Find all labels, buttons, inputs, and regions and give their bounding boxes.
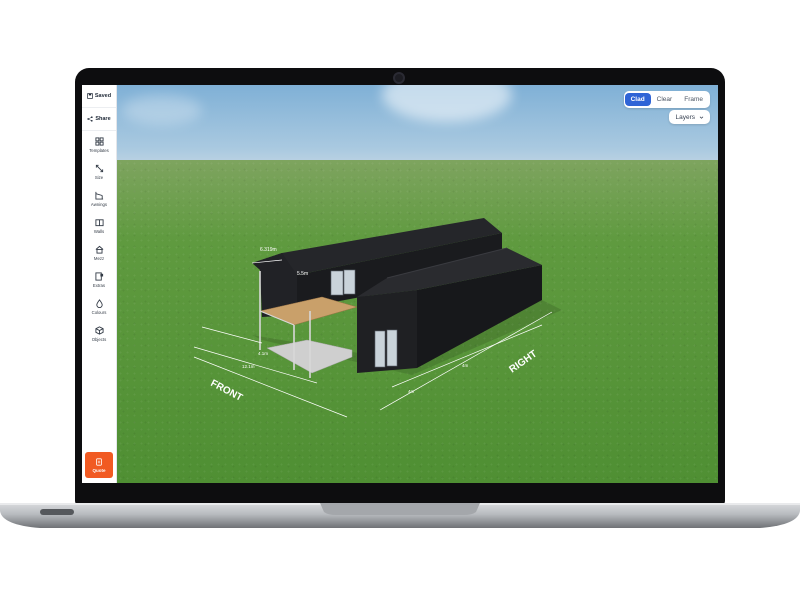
sidebar-item-awnings[interactable]: Awnings [82,185,116,212]
share-icon [87,116,93,122]
view-clad-button[interactable]: Clad [624,93,651,106]
quote-label: Quote [92,467,106,473]
sidebar-item-label: Extras [92,282,106,288]
extras-icon [94,271,103,281]
layers-label: Layers [675,113,695,121]
3d-viewport[interactable]: 6.319m 5.5m 12.1m 4.1m 4m 4m FRONT RIGHT [82,85,718,483]
dim-front-b: 4.1m [258,351,268,356]
view-frame-button[interactable]: Frame [678,93,709,106]
droplet-icon [95,298,103,308]
home-icon [95,245,103,254]
sidebar-item-label: Awnings [90,201,108,207]
dim-right-a: 4m [408,389,415,394]
chevron-down-icon [699,115,704,119]
dim-height: 5.5m [297,271,308,277]
front-label: FRONT [209,378,245,404]
layers-dropdown[interactable]: Layers [669,110,710,124]
walls-icon [94,218,104,226]
sidebar-item-label: Templates [89,147,109,153]
sidebar-item-size[interactable]: Size [82,158,116,185]
sliding-door [374,330,386,368]
dim-right-b: 4m [462,363,469,368]
share-button[interactable]: Share [82,108,116,131]
sliding-door [386,329,398,367]
upper-window [330,270,344,296]
grid-icon [94,136,104,146]
sidebar-item-label: Walls [93,228,105,234]
webcam [393,72,405,84]
sidebar-item-label: Size [94,174,104,180]
sidebar-item-label: Objects [91,336,107,342]
document-icon [96,457,102,466]
share-label: Share [95,116,111,122]
saved-button[interactable]: Saved [82,85,116,108]
sidebar-item-label: Colours [91,309,107,315]
right-label: RIGHT [507,349,539,376]
cube-icon [94,325,104,335]
sidebar-item-label: Mezz [93,255,105,261]
view-clear-button[interactable]: Clear [651,93,679,106]
sidebar-item-extras[interactable]: Extras [82,266,116,293]
saved-label: Saved [94,93,112,99]
sidebar-item-objects[interactable]: Objects [82,320,116,347]
sidebar: Saved Share Templates Size Awnings Walls… [82,85,117,483]
laptop-base [0,503,800,528]
sidebar-item-templates[interactable]: Templates [82,131,116,158]
sidebar-item-colours[interactable]: Colours [82,293,116,320]
sidebar-item-walls[interactable]: Walls [82,212,116,239]
quote-button[interactable]: Quote [85,452,113,478]
upper-window [343,269,356,295]
awning-icon [94,191,103,200]
sidebar-item-mezz[interactable]: Mezz [82,239,116,266]
dim-front-a: 12.1m [242,364,255,369]
resize-icon [95,164,103,172]
dim-top-width: 6.319m [260,247,277,253]
app-screen: 6.319m 5.5m 12.1m 4.1m 4m 4m FRONT RIGHT… [82,85,718,483]
save-icon [87,93,93,99]
view-mode-toggle: Clad Clear Frame [623,91,710,108]
